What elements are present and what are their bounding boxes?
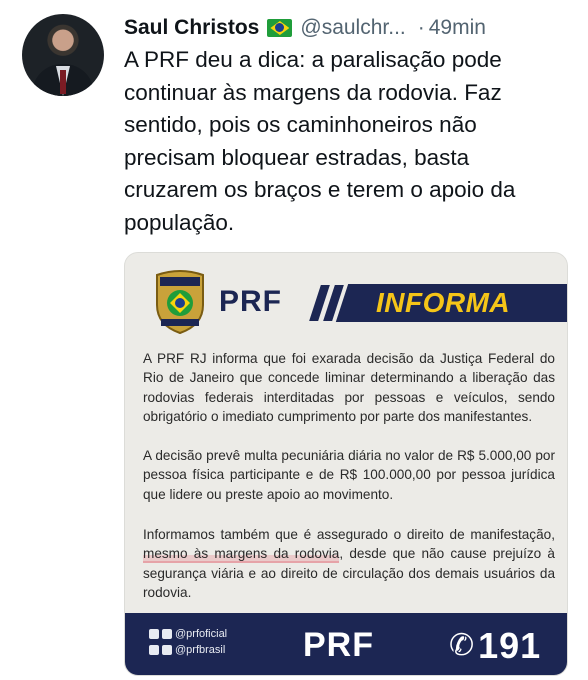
social-handle-2: @prfbrasil bbox=[175, 644, 226, 656]
notice-paragraph-2: A decisão prevê multa pecuniária diária … bbox=[143, 448, 555, 502]
facebook-icon bbox=[149, 629, 159, 639]
youtube-icon bbox=[162, 645, 172, 655]
paragraph-3-text: Informamos também que é assegurado o dir… bbox=[143, 527, 555, 542]
footer-prf-logo: PRF bbox=[303, 626, 374, 664]
social-handle-1: @prfoficial bbox=[175, 628, 228, 640]
twitter-icon bbox=[149, 645, 159, 655]
notice-paragraph-3: Informamos também que é assegurado o dir… bbox=[143, 525, 555, 602]
informa-banner: INFORMA bbox=[350, 284, 567, 322]
highlighted-phrase: mesmo às margens da rodovia bbox=[143, 546, 340, 564]
social-handles: @prfoficial @prfbrasil bbox=[149, 626, 227, 658]
author-handle[interactable]: @saulchr... bbox=[300, 16, 405, 40]
tweet-header: Saul Christos @saulchr... · 49min bbox=[124, 14, 564, 42]
avatar-tie bbox=[60, 70, 66, 94]
instagram-icon bbox=[162, 629, 172, 639]
notice-paragraph-1: A PRF RJ informa que foi exarada decisão… bbox=[143, 351, 555, 424]
tweet-image[interactable]: PRF INFORMA A PRF RJ informa que foi exa… bbox=[124, 252, 568, 676]
tweet-timestamp[interactable]: 49min bbox=[429, 16, 486, 40]
notice-footer: @prfoficial @prfbrasil PRF ✆ 191 bbox=[125, 613, 567, 675]
emergency-phone: ✆ 191 bbox=[449, 625, 541, 667]
brazil-flag-icon bbox=[267, 19, 293, 37]
tweet-text: A PRF deu a dica: a paralisação pode con… bbox=[124, 47, 516, 235]
informa-label: INFORMA bbox=[376, 287, 511, 318]
phone-icon: ✆ bbox=[449, 629, 475, 662]
emergency-number: 191 bbox=[478, 625, 542, 666]
prf-badge-icon bbox=[156, 270, 204, 335]
separator-dot: · bbox=[417, 16, 425, 39]
author-avatar[interactable] bbox=[22, 14, 104, 96]
author-name[interactable]: Saul Christos bbox=[124, 16, 259, 40]
prf-header-title: PRF bbox=[219, 285, 282, 318]
